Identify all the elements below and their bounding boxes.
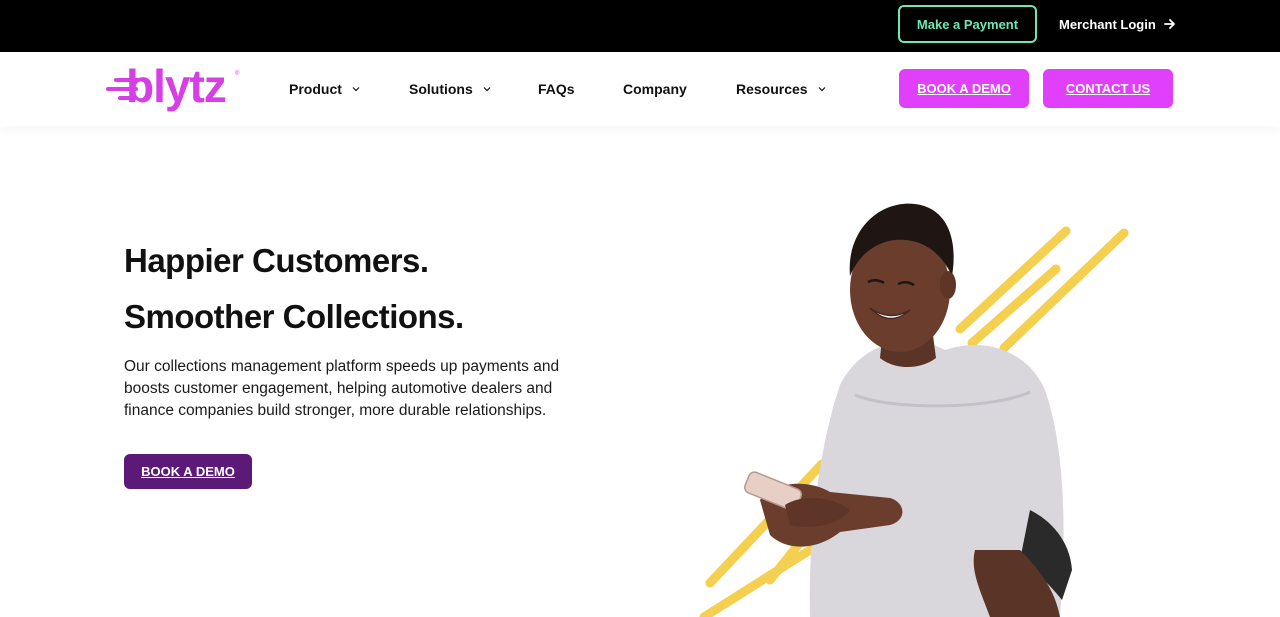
nav-label: Company bbox=[623, 81, 687, 97]
nav-label: Resources bbox=[736, 81, 808, 97]
merchant-login-label: Merchant Login bbox=[1059, 16, 1156, 32]
nav-item-company[interactable]: Company bbox=[623, 79, 687, 99]
chevron-down-icon bbox=[818, 87, 826, 92]
brand-wordmark: blytz bbox=[126, 60, 227, 112]
nav-item-product[interactable]: Product bbox=[289, 79, 360, 99]
nav-label: Solutions bbox=[409, 81, 473, 97]
nav-label: Product bbox=[289, 81, 342, 97]
nav-item-faqs[interactable]: FAQs bbox=[538, 79, 575, 99]
nav-label: FAQs bbox=[538, 81, 575, 97]
top-bar: Make a Payment Merchant Login bbox=[0, 0, 1280, 52]
brand-trademark: ® bbox=[235, 71, 240, 77]
make-payment-button[interactable]: Make a Payment bbox=[898, 5, 1037, 43]
main-navbar: blytz ® Product Solutions FAQs Company R… bbox=[0, 52, 1280, 126]
hero-book-demo-button[interactable]: BOOK A DEMO bbox=[124, 454, 252, 489]
hero-title-line-2: Smoother Collections. bbox=[124, 298, 464, 335]
book-demo-button[interactable]: BOOK A DEMO bbox=[899, 69, 1029, 108]
arrow-right-icon bbox=[1163, 19, 1175, 29]
hero-title-line-1: Happier Customers. bbox=[124, 242, 429, 279]
brand-logo[interactable]: blytz ® bbox=[104, 60, 244, 116]
hero-image bbox=[699, 203, 1129, 617]
merchant-login-link[interactable]: Merchant Login bbox=[1059, 14, 1176, 34]
contact-us-button[interactable]: CONTACT US bbox=[1043, 69, 1173, 108]
nav-item-resources[interactable]: Resources bbox=[736, 79, 826, 99]
hero-description: Our collections management platform spee… bbox=[124, 358, 560, 419]
chevron-down-icon bbox=[483, 87, 491, 92]
chevron-down-icon bbox=[352, 87, 360, 92]
nav-item-solutions[interactable]: Solutions bbox=[409, 79, 491, 99]
